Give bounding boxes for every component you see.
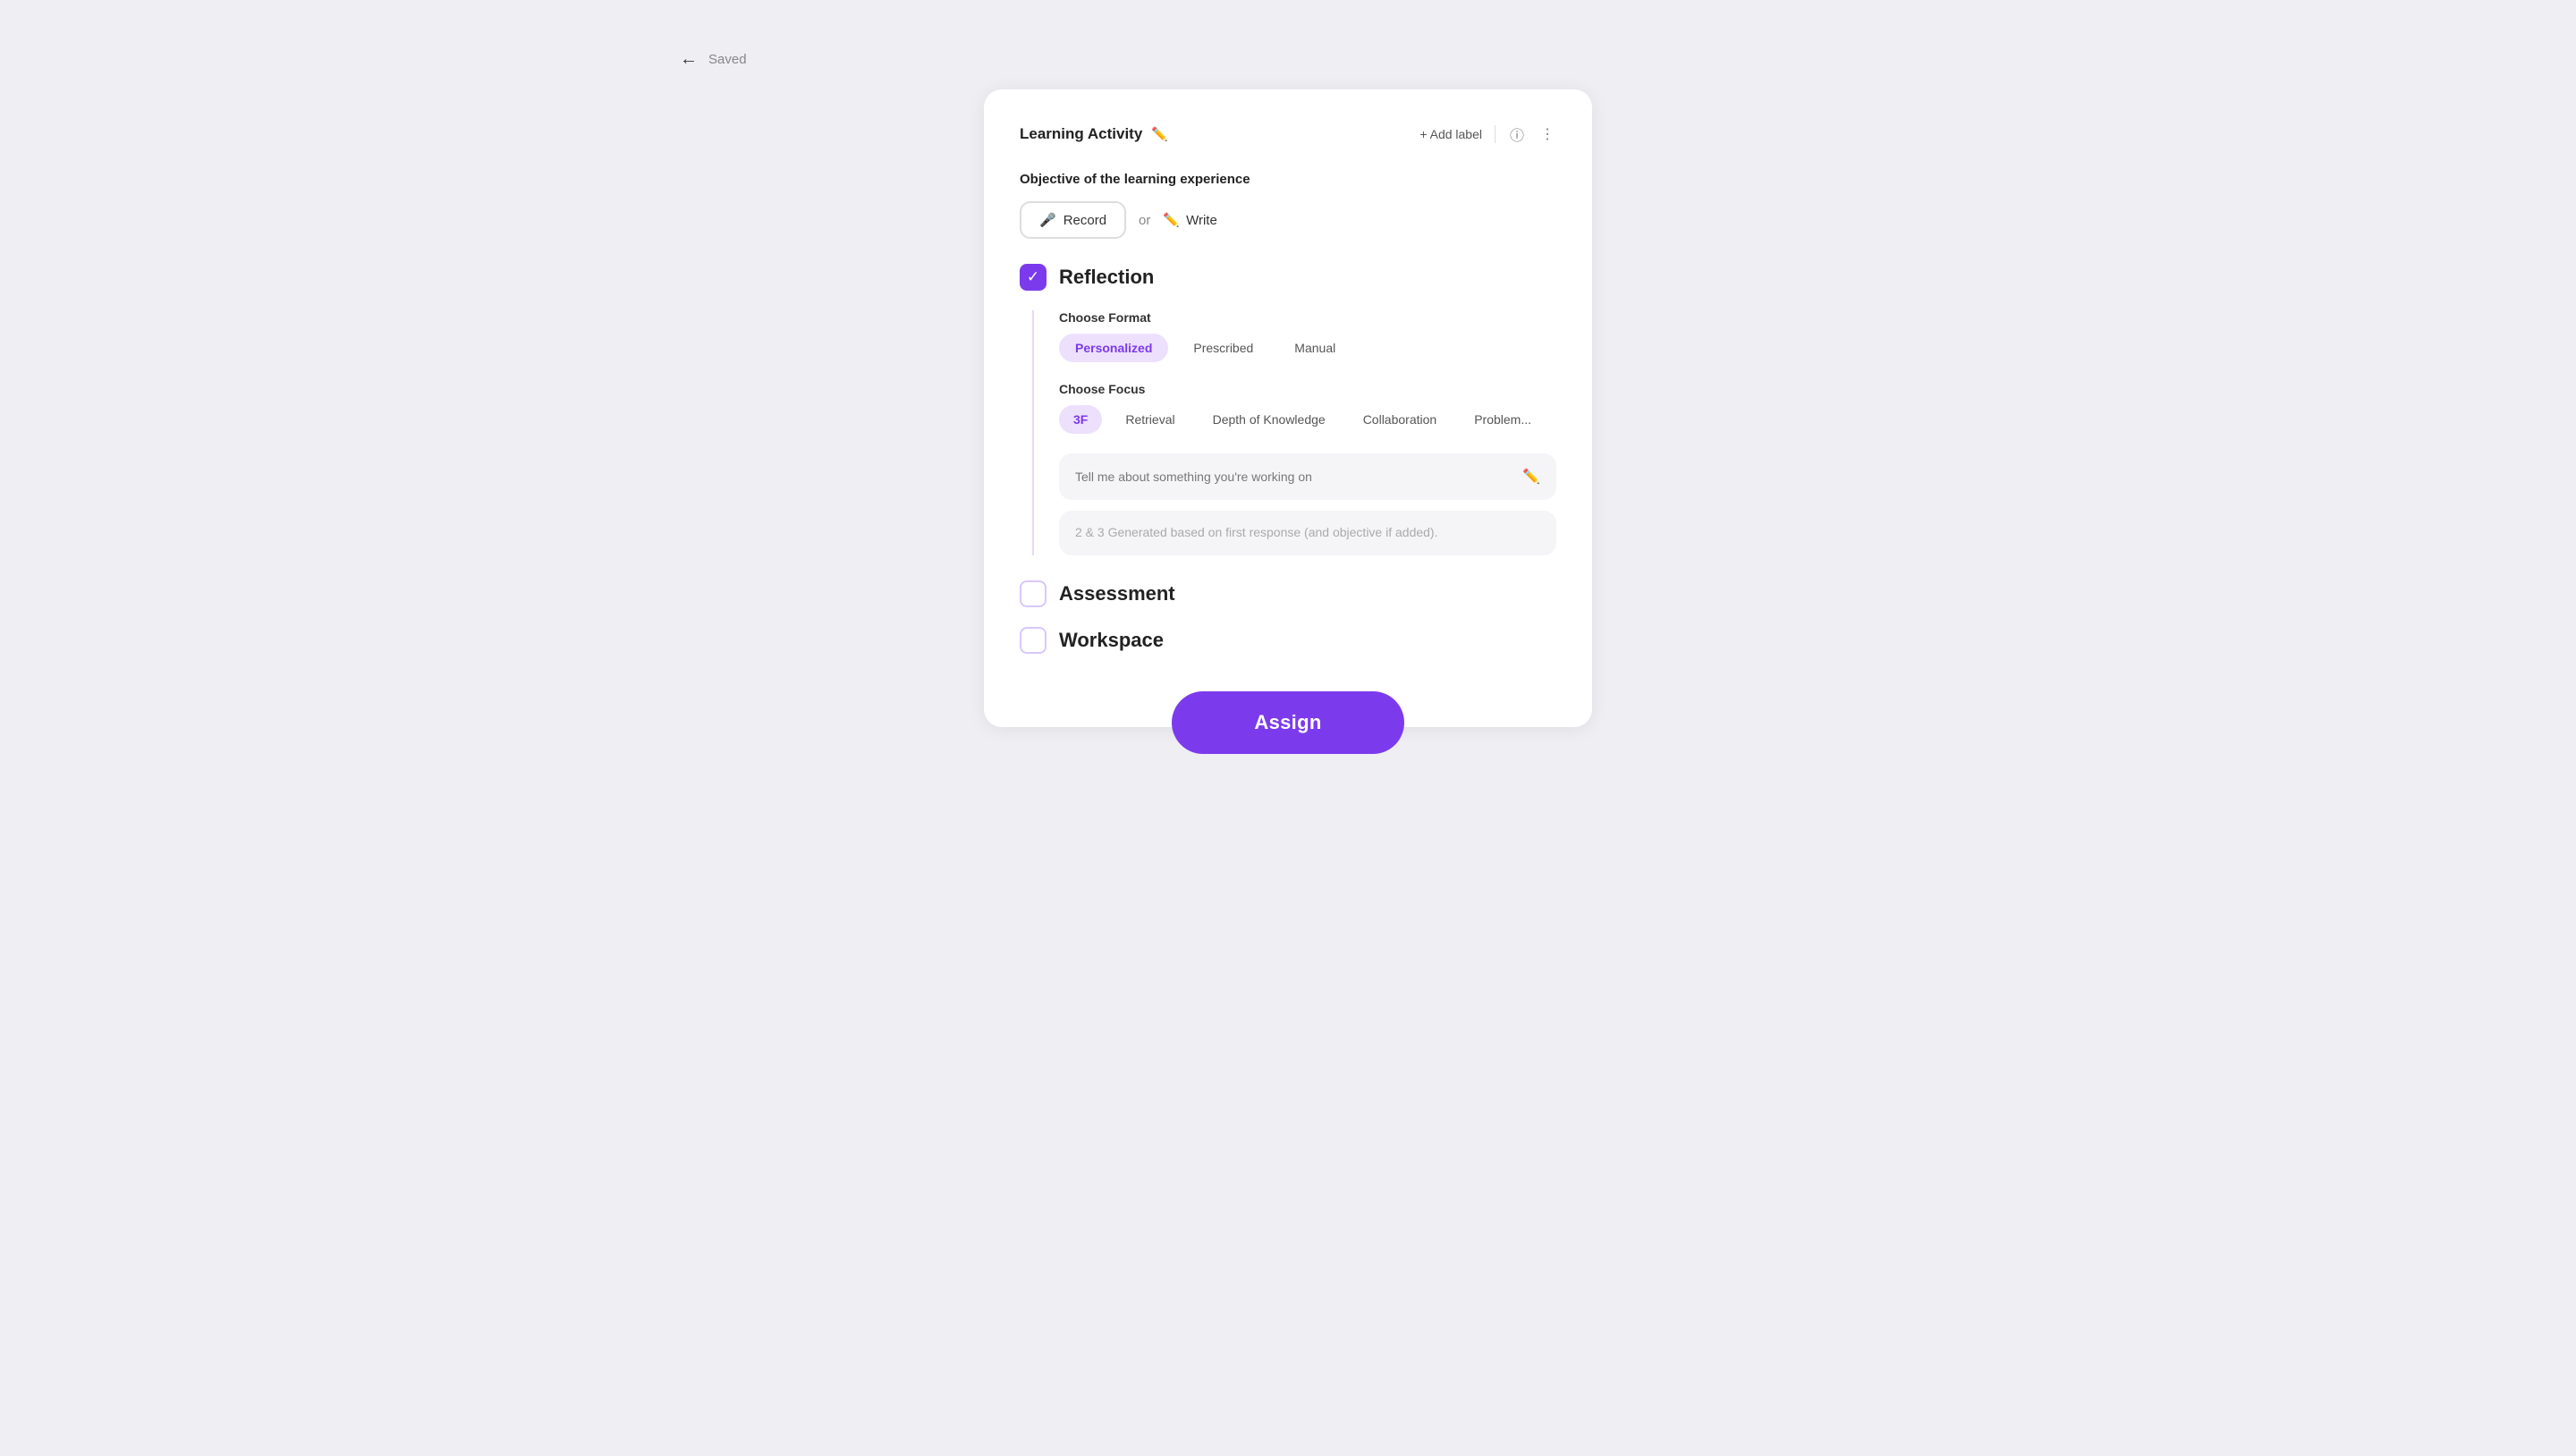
header-actions: + Add label ⓘ ⋮	[1419, 122, 1556, 147]
add-label-button[interactable]: + Add label	[1419, 127, 1482, 141]
focus-3f[interactable]: 3F	[1059, 405, 1102, 434]
card-header: Learning Activity ✏️ + Add label ⓘ ⋮	[1020, 122, 1556, 147]
write-button[interactable]: ✏️ Write	[1163, 212, 1216, 228]
record-write-row: 🎤 Record or ✏️ Write	[1020, 201, 1556, 239]
reflection-header: ✓ Reflection	[1020, 264, 1556, 291]
focus-retrieval[interactable]: Retrieval	[1111, 405, 1189, 434]
objective-section: Objective of the learning experience 🎤 R…	[1020, 172, 1556, 239]
info-icon-button[interactable]: ⓘ	[1508, 122, 1526, 147]
mic-icon: 🎤	[1039, 212, 1056, 228]
edit-title-icon[interactable]: ✏️	[1151, 126, 1168, 142]
write-label: Write	[1186, 213, 1217, 228]
record-label: Record	[1063, 213, 1106, 228]
or-text: or	[1139, 213, 1150, 228]
choose-focus-label: Choose Focus	[1059, 382, 1556, 396]
format-manual[interactable]: Manual	[1278, 334, 1352, 362]
main-card: Learning Activity ✏️ + Add label ⓘ ⋮ Obj…	[984, 89, 1592, 727]
reflection-content: Choose Format Personalized Prescribed Ma…	[1032, 310, 1556, 555]
prompt-box: Tell me about something you're working o…	[1059, 453, 1556, 500]
assessment-checkbox[interactable]	[1020, 580, 1046, 607]
assessment-header: Assessment	[1020, 580, 1556, 607]
prompt-text: Tell me about something you're working o…	[1075, 470, 1312, 484]
assign-button[interactable]: Assign	[1172, 691, 1404, 754]
header-divider	[1495, 125, 1496, 143]
focus-problem[interactable]: Problem...	[1460, 405, 1546, 434]
workspace-header: Workspace	[1020, 627, 1556, 654]
objective-label: Objective of the learning experience	[1020, 172, 1556, 187]
focus-depth-of-knowledge[interactable]: Depth of Knowledge	[1199, 405, 1340, 434]
workspace-section: Workspace	[1020, 627, 1556, 654]
reflection-section: ✓ Reflection Choose Format Personalized …	[1020, 264, 1556, 555]
more-options-button[interactable]: ⋮	[1538, 123, 1556, 145]
card-title-area: Learning Activity ✏️	[1020, 125, 1168, 143]
format-options: Personalized Prescribed Manual	[1059, 334, 1556, 362]
record-button[interactable]: 🎤 Record	[1020, 201, 1126, 239]
choose-focus-area: Choose Focus 3F Retrieval Depth of Knowl…	[1059, 382, 1556, 434]
generated-text: 2 & 3 Generated based on first response …	[1075, 525, 1437, 539]
workspace-title: Workspace	[1059, 629, 1164, 652]
workspace-checkbox[interactable]	[1020, 627, 1046, 654]
focus-options: 3F Retrieval Depth of Knowledge Collabor…	[1059, 405, 1556, 434]
reflection-checkbox[interactable]: ✓	[1020, 264, 1046, 291]
top-bar: ← Saved	[644, 36, 1932, 82]
format-personalized[interactable]: Personalized	[1059, 334, 1168, 362]
choose-format-label: Choose Format	[1059, 310, 1556, 325]
generated-box: 2 & 3 Generated based on first response …	[1059, 511, 1556, 555]
assign-btn-wrapper: Assign	[1172, 691, 1404, 754]
card-title: Learning Activity	[1020, 125, 1142, 143]
pencil-icon: ✏️	[1163, 212, 1180, 228]
saved-label: Saved	[708, 52, 747, 67]
focus-collaboration[interactable]: Collaboration	[1349, 405, 1452, 434]
reflection-title: Reflection	[1059, 266, 1154, 289]
page-wrapper: ← Saved Learning Activity ✏️ + Add label…	[644, 18, 1932, 745]
format-prescribed[interactable]: Prescribed	[1177, 334, 1269, 362]
assessment-section: Assessment	[1020, 580, 1556, 607]
choose-format-area: Choose Format Personalized Prescribed Ma…	[1059, 310, 1556, 362]
prompt-edit-icon[interactable]: ✏️	[1522, 468, 1540, 486]
assessment-title: Assessment	[1059, 582, 1175, 605]
back-arrow-icon[interactable]: ←	[680, 50, 698, 68]
